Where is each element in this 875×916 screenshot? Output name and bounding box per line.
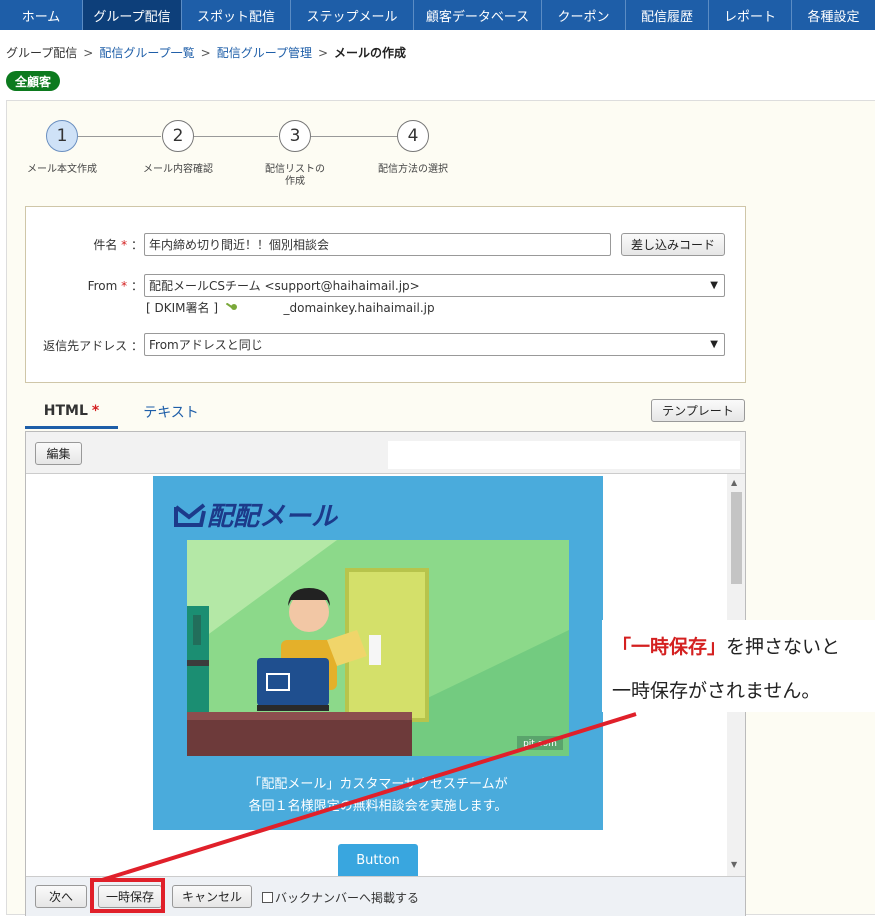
save-temp-highlight	[90, 878, 165, 913]
instruction-callout: 「一時保存」を押さないと 一時保存がされません。	[602, 620, 875, 712]
callout-line2: 一時保存がされません。	[612, 680, 821, 702]
callout-line1: 「一時保存」を押さないと	[612, 632, 840, 659]
callout-line1-rest: を押さないと	[726, 636, 841, 658]
callout-highlight: 「一時保存」	[612, 636, 727, 658]
annotation-arrow	[101, 712, 637, 882]
